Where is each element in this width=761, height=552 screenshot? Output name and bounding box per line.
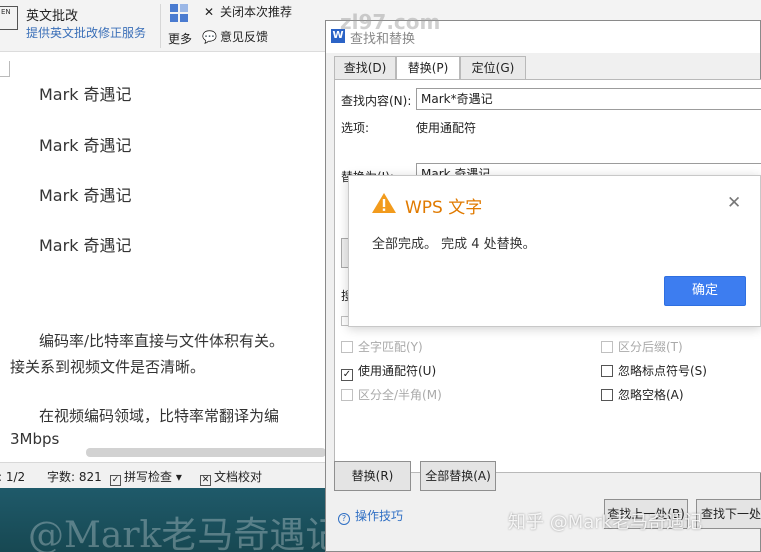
site-watermark: zl97.com	[340, 10, 441, 34]
checkbox-box	[341, 389, 353, 401]
proofread-button[interactable]: ✕ 文档校对	[200, 468, 262, 486]
full-half-width-checkbox[interactable]: 区分全/半角(M)	[341, 386, 442, 403]
options-value: 使用通配符	[416, 121, 477, 135]
close-icon: ✕	[203, 5, 215, 19]
doc-paragraph-1-line-2: 接关系到视频文件是否清晰。	[10, 358, 206, 376]
replace-button[interactable]: 替换(R)	[334, 461, 411, 491]
word-count[interactable]: 字数: 821	[47, 468, 102, 485]
horizontal-scrollbar[interactable]	[86, 448, 326, 457]
whole-word-label: 全字匹配(Y)	[358, 340, 423, 354]
match-suffix-label: 区分后缀(T)	[618, 340, 683, 354]
feedback-button[interactable]: 💬 意见反馈	[202, 28, 268, 45]
checkbox-box	[341, 341, 353, 353]
doc-paragraph-2-line-2: 3Mbps	[10, 430, 60, 448]
message-text: 全部完成。 完成 4 处替换。	[372, 237, 536, 252]
tab-replace[interactable]: 替换(P)	[396, 56, 460, 81]
english-correction-subtitle[interactable]: 提供英文批改修正服务	[26, 24, 146, 41]
warning-icon	[372, 193, 396, 213]
replace-all-button[interactable]: 全部替换(A)	[420, 461, 496, 491]
checkbox-box	[601, 365, 613, 377]
full-half-width-label: 区分全/半角(M)	[358, 388, 442, 402]
tab-find[interactable]: 查找(D)	[334, 56, 396, 80]
message-title: WPS 文字	[405, 198, 483, 218]
tab-goto[interactable]: 定位(G)	[460, 56, 526, 80]
wildcards-checkbox[interactable]: ✓ 使用通配符(U)	[341, 362, 436, 381]
checkbox-checked: ✓	[341, 369, 353, 381]
wps-message-box: WPS 文字 ✕ 全部完成。 完成 4 处替换。 确定	[348, 175, 761, 327]
close-recommend-button[interactable]: ✕ 关闭本次推荐	[202, 3, 292, 20]
doc-paragraph-2-line-1: 在视频编码领域，比特率常翻译为编	[39, 407, 280, 425]
doc-line: Mark 奇遇记	[39, 136, 132, 155]
ignore-space-label: 忽略空格(A)	[618, 388, 684, 402]
ok-button[interactable]: 确定	[664, 276, 746, 306]
tips-label: 操作技巧	[355, 509, 404, 523]
doc-watermark: @Mark老马奇遇记	[28, 515, 342, 552]
spell-check-label: 拼写检查	[124, 470, 173, 484]
chat-bubble-icon: 💬	[202, 30, 217, 44]
margin-corner-mark	[0, 61, 10, 77]
ignore-punctuation-checkbox[interactable]: 忽略标点符号(S)	[601, 362, 707, 379]
proofread-icon: ✕	[200, 475, 211, 486]
help-icon: ?	[338, 513, 350, 525]
spell-check-button[interactable]: ✓ 拼写检查 ▾	[110, 468, 182, 486]
doc-line: Mark 奇遇记	[39, 236, 132, 255]
doc-line: Mark 奇遇记	[39, 85, 132, 104]
ribbon-divider	[160, 4, 161, 48]
english-correction-title[interactable]: 英文批改	[26, 5, 78, 24]
doc-line: Mark 奇遇记	[39, 186, 132, 205]
page-count[interactable]: 页: 1/2	[0, 468, 25, 485]
english-correction-icon[interactable]: EN	[0, 6, 18, 30]
tips-link[interactable]: ? 操作技巧	[338, 507, 403, 525]
wildcards-label: 使用通配符(U)	[358, 364, 437, 378]
close-recommend-label: 关闭本次推荐	[220, 5, 293, 19]
doc-paragraph-1-line-1: 编码率/比特率直接与文件体积有关。	[39, 332, 285, 350]
whole-word-checkbox[interactable]: 全字匹配(Y)	[341, 338, 423, 355]
close-icon[interactable]: ✕	[727, 193, 741, 213]
more-button[interactable]: 更多	[168, 30, 192, 47]
find-next-button[interactable]: 查找下一处(F)	[696, 499, 761, 529]
checkbox-box	[601, 341, 613, 353]
proofread-label: 文档校对	[214, 470, 263, 484]
find-what-label: 查找内容(N):	[341, 94, 412, 108]
status-bar: 页: 1/2 字数: 821 ✓拼写检查 ▾ ✕文档校对	[0, 462, 330, 488]
document-page[interactable]: Mark 奇遇记 Mark 奇遇记 Mark 奇遇记 Mark 奇遇记 编码率/…	[0, 53, 330, 463]
match-suffix-checkbox[interactable]: 区分后缀(T)	[601, 338, 683, 355]
zhihu-watermark: 知乎 @Mark老马奇遇记	[508, 512, 703, 533]
feedback-label: 意见反馈	[220, 30, 269, 44]
options-label: 选项:	[341, 121, 370, 135]
checkbox-box	[601, 389, 613, 401]
apps-grid-icon[interactable]	[170, 4, 190, 24]
find-what-input[interactable]: Mark*奇遇记	[416, 88, 761, 110]
spell-check-icon: ✓	[110, 475, 121, 486]
ignore-punctuation-label: 忽略标点符号(S)	[618, 364, 707, 378]
ignore-space-checkbox[interactable]: 忽略空格(A)	[601, 386, 684, 403]
